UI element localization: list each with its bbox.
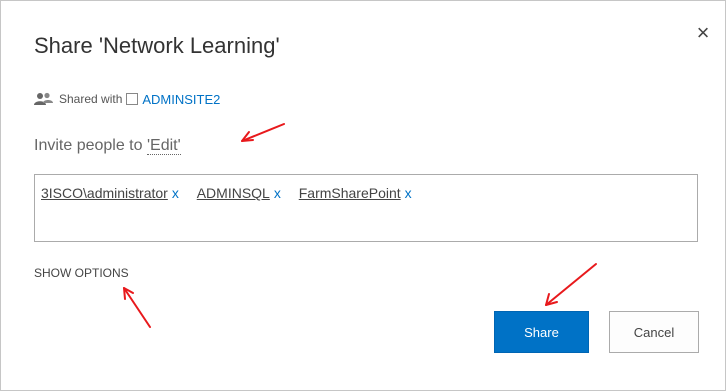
people-icon [34,92,53,105]
close-icon[interactable]: × [691,21,715,45]
permission-link[interactable]: 'Edit' [146,137,181,155]
shared-with-label: Shared with [59,92,123,106]
dialog-title: Share 'Network Learning' [34,33,280,58]
remove-person-icon[interactable]: x [274,185,281,201]
person-name[interactable]: 3ISCO\administrator [41,185,168,201]
shared-with-link[interactable]: ADMINSITE2 [142,92,220,107]
cancel-button[interactable]: Cancel [609,311,699,353]
people-picker-input[interactable]: 3ISCO\administrator x ADMINSQL x FarmShare… [34,174,698,242]
invite-heading: Invite people to 'Edit' [34,137,181,155]
share-dialog: Share 'Network Learning' × Shared with A… [0,0,726,391]
person-token: ADMINSQL x [197,185,281,201]
person-token: FarmSharePoint x [299,185,412,201]
remove-person-icon[interactable]: x [405,185,412,201]
share-button[interactable]: Share [494,311,589,353]
remove-person-icon[interactable]: x [172,185,179,201]
shared-with-row: Shared with ADMINSITE2 [34,90,220,108]
show-options-link[interactable]: SHOW OPTIONS [34,266,129,280]
person-name[interactable]: ADMINSQL [197,185,270,201]
invite-prefix: Invite people to [34,137,147,154]
person-token: 3ISCO\administrator x [41,185,179,201]
people-tokens: 3ISCO\administrator x ADMINSQL x FarmShare… [41,185,426,201]
shared-with-checkbox[interactable] [126,93,139,105]
person-name[interactable]: FarmSharePoint [299,185,401,201]
